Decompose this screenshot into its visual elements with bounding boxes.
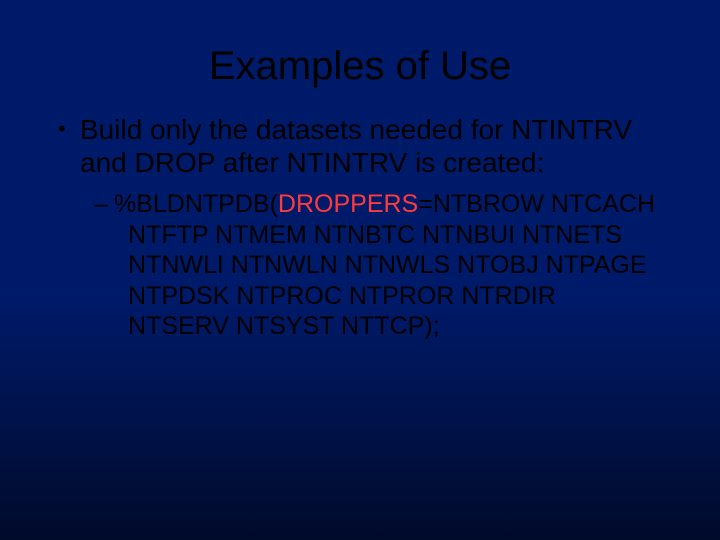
- slide-body: • Build only the datasets needed for NTI…: [0, 113, 720, 342]
- bullet-dash-icon: –: [94, 189, 114, 220]
- code-highlight: DROPPERS: [278, 190, 418, 218]
- slide-title: Examples of Use: [0, 0, 720, 113]
- code-prefix: %BLDNTPDB(: [114, 190, 278, 218]
- bullet-level2: – %BLDNTPDB(DROPPERS=NTBROW NTCACH NTFTP…: [94, 189, 662, 342]
- sub-bullet-text: %BLDNTPDB(DROPPERS=NTBROW NTCACH NTFTP N…: [114, 189, 662, 342]
- slide: Examples of Use • Build only the dataset…: [0, 0, 720, 540]
- bullet-text: Build only the datasets needed for NTINT…: [80, 113, 662, 179]
- bullet-dot-icon: •: [58, 113, 80, 145]
- bullet-level1: • Build only the datasets needed for NTI…: [58, 113, 662, 179]
